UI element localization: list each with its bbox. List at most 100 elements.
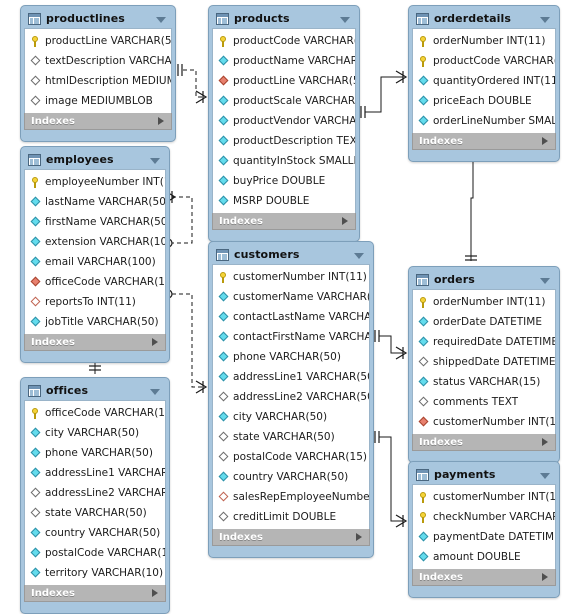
chevron-down-icon[interactable] bbox=[340, 16, 350, 23]
column-row[interactable]: addressLine1 VARCHAR(50) bbox=[213, 367, 369, 387]
column-row[interactable]: postalCode VARCHAR(15) bbox=[25, 543, 165, 563]
indexes-section-productlines[interactable]: Indexes bbox=[24, 113, 172, 130]
column-row[interactable]: productLine VARCHAR(50) bbox=[213, 71, 355, 91]
column-row[interactable]: city VARCHAR(50) bbox=[213, 407, 369, 427]
column-row[interactable]: textDescription VARCHAR(4000) bbox=[25, 51, 171, 71]
column-row[interactable]: buyPrice DOUBLE bbox=[213, 171, 355, 191]
chevron-right-icon[interactable] bbox=[542, 137, 548, 145]
column-row[interactable]: productVendor VARCHAR(50) bbox=[213, 111, 355, 131]
indexes-section-orderdetails[interactable]: Indexes bbox=[412, 133, 556, 150]
column-row[interactable]: creditLimit DOUBLE bbox=[213, 507, 369, 527]
table-payments[interactable]: payments customerNumber INT(11) checkNumbe… bbox=[408, 461, 560, 598]
column-row[interactable]: firstName VARCHAR(50) bbox=[25, 212, 165, 232]
table-header-products[interactable]: products bbox=[212, 9, 356, 28]
column-row[interactable]: addressLine2 VARCHAR(50) bbox=[213, 387, 369, 407]
column-row[interactable]: salesRepEmployeeNumber INT(11) bbox=[213, 487, 369, 507]
column-row[interactable]: country VARCHAR(50) bbox=[25, 523, 165, 543]
column-row[interactable]: productLine VARCHAR(50) bbox=[25, 31, 171, 51]
column-row[interactable]: extension VARCHAR(10) bbox=[25, 232, 165, 252]
column-row[interactable]: state VARCHAR(50) bbox=[213, 427, 369, 447]
relationship-products-orderdetails[interactable] bbox=[360, 70, 408, 118]
column-row[interactable]: shippedDate DATETIME bbox=[413, 352, 555, 372]
relationship-customers-payments[interactable] bbox=[374, 431, 408, 528]
chevron-right-icon[interactable] bbox=[158, 117, 164, 125]
indexes-section-offices[interactable]: Indexes bbox=[24, 585, 166, 602]
column-row[interactable]: htmlDescription MEDIUMTEXT bbox=[25, 71, 171, 91]
column-row[interactable]: productCode VARCHAR(15) bbox=[213, 31, 355, 51]
table-orders[interactable]: orders orderNumber INT(11) orderDate DATET… bbox=[408, 266, 560, 463]
chevron-right-icon[interactable] bbox=[542, 438, 548, 446]
column-row[interactable]: requiredDate DATETIME bbox=[413, 332, 555, 352]
chevron-down-icon[interactable] bbox=[150, 388, 160, 395]
indexes-section-payments[interactable]: Indexes bbox=[412, 569, 556, 586]
chevron-down-icon[interactable] bbox=[540, 277, 550, 284]
table-products[interactable]: products productCode VARCHAR(15) productNa… bbox=[208, 5, 360, 242]
column-row[interactable]: city VARCHAR(50) bbox=[25, 423, 165, 443]
column-row[interactable]: phone VARCHAR(50) bbox=[25, 443, 165, 463]
column-row[interactable]: customerName VARCHAR(50) bbox=[213, 287, 369, 307]
table-orderdetails[interactable]: orderdetails orderNumber INT(11) productCo… bbox=[408, 5, 560, 162]
column-row[interactable]: email VARCHAR(100) bbox=[25, 252, 165, 272]
column-row[interactable]: employeeNumber INT(11) bbox=[25, 172, 165, 192]
chevron-right-icon[interactable] bbox=[152, 589, 158, 597]
chevron-right-icon[interactable] bbox=[542, 573, 548, 581]
indexes-section-customers[interactable]: Indexes bbox=[212, 529, 370, 546]
indexes-section-products[interactable]: Indexes bbox=[212, 213, 356, 230]
column-row[interactable]: contactLastName VARCHAR(50) bbox=[213, 307, 369, 327]
column-row[interactable]: productCode VARCHAR(15) bbox=[413, 51, 555, 71]
table-header-orderdetails[interactable]: orderdetails bbox=[412, 9, 556, 28]
table-productlines[interactable]: productlines productLine VARCHAR(50) textD… bbox=[20, 5, 176, 142]
column-row[interactable]: quantityInStock SMALLINT(6) bbox=[213, 151, 355, 171]
column-row[interactable]: officeCode VARCHAR(10) bbox=[25, 272, 165, 292]
column-row[interactable]: officeCode VARCHAR(10) bbox=[25, 403, 165, 423]
relationship-customers-orders[interactable] bbox=[374, 330, 408, 360]
column-row[interactable]: checkNumber VARCHAR(50) bbox=[413, 507, 555, 527]
column-row[interactable]: orderLineNumber SMALLINT(6) bbox=[413, 111, 555, 131]
column-row[interactable]: orderNumber INT(11) bbox=[413, 31, 555, 51]
column-row[interactable]: paymentDate DATETIME bbox=[413, 527, 555, 547]
chevron-down-icon[interactable] bbox=[150, 157, 160, 164]
column-row[interactable]: image MEDIUMBLOB bbox=[25, 91, 171, 111]
indexes-section-employees[interactable]: Indexes bbox=[24, 334, 166, 351]
column-row[interactable]: customerNumber INT(11) bbox=[213, 267, 369, 287]
column-row[interactable]: addressLine1 VARCHAR(50) bbox=[25, 463, 165, 483]
column-row[interactable]: state VARCHAR(50) bbox=[25, 503, 165, 523]
column-row[interactable]: customerNumber INT(11) bbox=[413, 412, 555, 432]
table-customers[interactable]: customers customerNumber INT(11) customerN… bbox=[208, 241, 374, 558]
column-row[interactable]: orderDate DATETIME bbox=[413, 312, 555, 332]
table-offices[interactable]: offices officeCode VARCHAR(10) city VARCHA… bbox=[20, 377, 170, 614]
table-header-payments[interactable]: payments bbox=[412, 465, 556, 484]
indexes-section-orders[interactable]: Indexes bbox=[412, 434, 556, 451]
chevron-down-icon[interactable] bbox=[540, 472, 550, 479]
column-row[interactable]: priceEach DOUBLE bbox=[413, 91, 555, 111]
column-row[interactable]: MSRP DOUBLE bbox=[213, 191, 355, 211]
column-row[interactable]: jobTitle VARCHAR(50) bbox=[25, 312, 165, 332]
chevron-down-icon[interactable] bbox=[540, 16, 550, 23]
table-header-productlines[interactable]: productlines bbox=[24, 9, 172, 28]
column-row[interactable]: comments TEXT bbox=[413, 392, 555, 412]
column-row[interactable]: status VARCHAR(15) bbox=[413, 372, 555, 392]
column-row[interactable]: productDescription TEXT bbox=[213, 131, 355, 151]
column-row[interactable]: phone VARCHAR(50) bbox=[213, 347, 369, 367]
table-header-offices[interactable]: offices bbox=[24, 381, 166, 400]
chevron-right-icon[interactable] bbox=[342, 217, 348, 225]
column-row[interactable]: amount DOUBLE bbox=[413, 547, 555, 567]
column-row[interactable]: contactFirstName VARCHAR(50) bbox=[213, 327, 369, 347]
chevron-right-icon[interactable] bbox=[152, 338, 158, 346]
column-row[interactable]: territory VARCHAR(10) bbox=[25, 563, 165, 583]
table-employees[interactable]: employees employeeNumber INT(11) lastName … bbox=[20, 146, 170, 363]
column-row[interactable]: country VARCHAR(50) bbox=[213, 467, 369, 487]
chevron-down-icon[interactable] bbox=[156, 16, 166, 23]
table-header-customers[interactable]: customers bbox=[212, 245, 370, 264]
column-row[interactable]: orderNumber INT(11) bbox=[413, 292, 555, 312]
table-header-employees[interactable]: employees bbox=[24, 150, 166, 169]
relationship-productlines-products[interactable] bbox=[177, 64, 208, 104]
chevron-right-icon[interactable] bbox=[356, 533, 362, 541]
column-row[interactable]: productScale VARCHAR(10) bbox=[213, 91, 355, 111]
column-row[interactable]: postalCode VARCHAR(15) bbox=[213, 447, 369, 467]
column-row[interactable]: reportsTo INT(11) bbox=[25, 292, 165, 312]
chevron-down-icon[interactable] bbox=[354, 252, 364, 259]
column-row[interactable]: addressLine2 VARCHAR(50) bbox=[25, 483, 165, 503]
column-row[interactable]: quantityOrdered INT(11) bbox=[413, 71, 555, 91]
column-row[interactable]: productName VARCHAR(70) bbox=[213, 51, 355, 71]
